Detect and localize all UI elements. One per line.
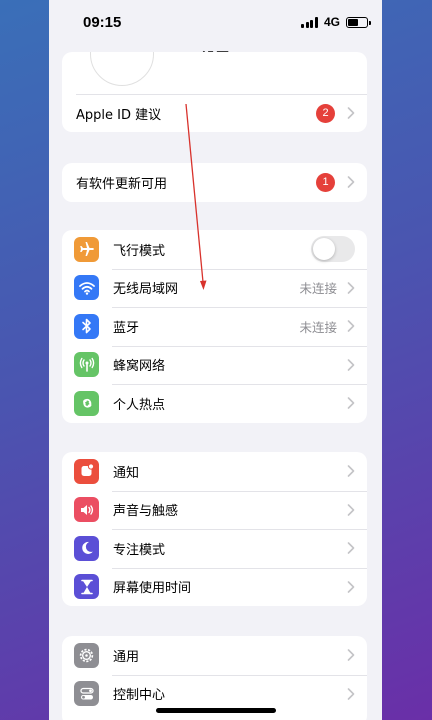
sounds-label: 声音与触感 — [113, 504, 179, 520]
airplane-mode-label: 飞行模式 — [113, 243, 166, 259]
chevron-right-icon — [347, 107, 355, 120]
speaker-icon — [74, 497, 99, 523]
connectivity-group: 飞行模式 无线局域网 未连接 蓝牙 未连接 蜂窝网络 个人热点 — [62, 230, 367, 423]
notification-badge: 2 — [316, 103, 335, 123]
antenna-icon — [74, 352, 99, 378]
chevron-right-icon — [347, 542, 355, 555]
chevron-right-icon — [347, 358, 355, 371]
chevron-right-icon — [347, 176, 355, 189]
chevron-right-icon — [347, 465, 355, 478]
sounds-row[interactable]: 声音与触感 — [62, 490, 367, 530]
apple-id-group: Apple ID 建议 2 — [62, 52, 367, 132]
chevron-right-icon — [347, 687, 355, 700]
apple-id-suggestions-label: Apple ID 建议 — [76, 107, 162, 123]
status-bar: 09:15 4G — [49, 0, 382, 44]
hotspot-label: 个人热点 — [113, 397, 166, 413]
wifi-row[interactable]: 无线局域网 未连接 — [62, 268, 367, 308]
signal-icon — [301, 16, 318, 28]
bluetooth-icon — [74, 313, 99, 339]
focus-label: 专注模式 — [113, 542, 166, 558]
wifi-icon — [74, 275, 99, 301]
network-type: 4G — [323, 15, 340, 29]
bluetooth-label: 蓝牙 — [113, 320, 140, 336]
moon-icon — [74, 535, 99, 561]
chevron-right-icon — [347, 320, 355, 333]
screen-time-row[interactable]: 屏幕使用时间 — [62, 567, 367, 607]
notifications-row[interactable]: 通知 — [62, 452, 367, 491]
hotspot-row[interactable]: 个人热点 — [62, 384, 367, 423]
airplane-icon — [74, 236, 99, 262]
general-row[interactable]: 通用 — [62, 636, 367, 675]
cellular-row[interactable]: 蜂窝网络 — [62, 345, 367, 385]
battery-icon — [346, 16, 371, 28]
chevron-right-icon — [347, 281, 355, 294]
notifications-label: 通知 — [113, 465, 140, 481]
bluetooth-status: 未连接 — [299, 319, 337, 335]
bell-icon — [74, 458, 99, 484]
wifi-status: 未连接 — [299, 281, 337, 297]
gear-icon — [74, 642, 99, 668]
bluetooth-row[interactable]: 蓝牙 未连接 — [62, 307, 367, 346]
chevron-right-icon — [347, 649, 355, 662]
notification-badge: 1 — [316, 172, 335, 192]
airplane-mode-row[interactable]: 飞行模式 — [62, 230, 367, 269]
software-update-group: 有软件更新可用 1 — [62, 163, 367, 202]
switches-icon — [74, 681, 99, 707]
status-time: 09:15 — [83, 13, 122, 31]
screen-time-label: 屏幕使用时间 — [113, 581, 192, 597]
apple-id-suggestions-row[interactable]: Apple ID 建议 2 — [62, 94, 367, 132]
settings-screen: 09:15 4G 设置 Apple ID 建议 2 有软件更新可用 1 — [49, 0, 382, 720]
cellular-label: 蜂窝网络 — [113, 359, 166, 375]
hourglass-icon — [74, 574, 99, 600]
general-label: 通用 — [113, 649, 140, 665]
focus-row[interactable]: 专注模式 — [62, 529, 367, 568]
avatar[interactable] — [90, 52, 154, 86]
status-indicators: 4G — [301, 15, 371, 29]
chevron-right-icon — [347, 580, 355, 593]
software-update-row[interactable]: 有软件更新可用 1 — [62, 163, 367, 202]
airplane-mode-toggle[interactable] — [311, 236, 355, 263]
notifications-group: 通知 声音与触感 专注模式 屏幕使用时间 — [62, 452, 367, 606]
hotspot-icon — [74, 390, 99, 416]
home-indicator[interactable] — [156, 708, 276, 713]
chevron-right-icon — [347, 503, 355, 516]
chevron-right-icon — [347, 397, 355, 410]
control-center-label: 控制中心 — [113, 688, 166, 704]
software-update-label: 有软件更新可用 — [76, 176, 168, 192]
wifi-label: 无线局域网 — [113, 282, 179, 298]
